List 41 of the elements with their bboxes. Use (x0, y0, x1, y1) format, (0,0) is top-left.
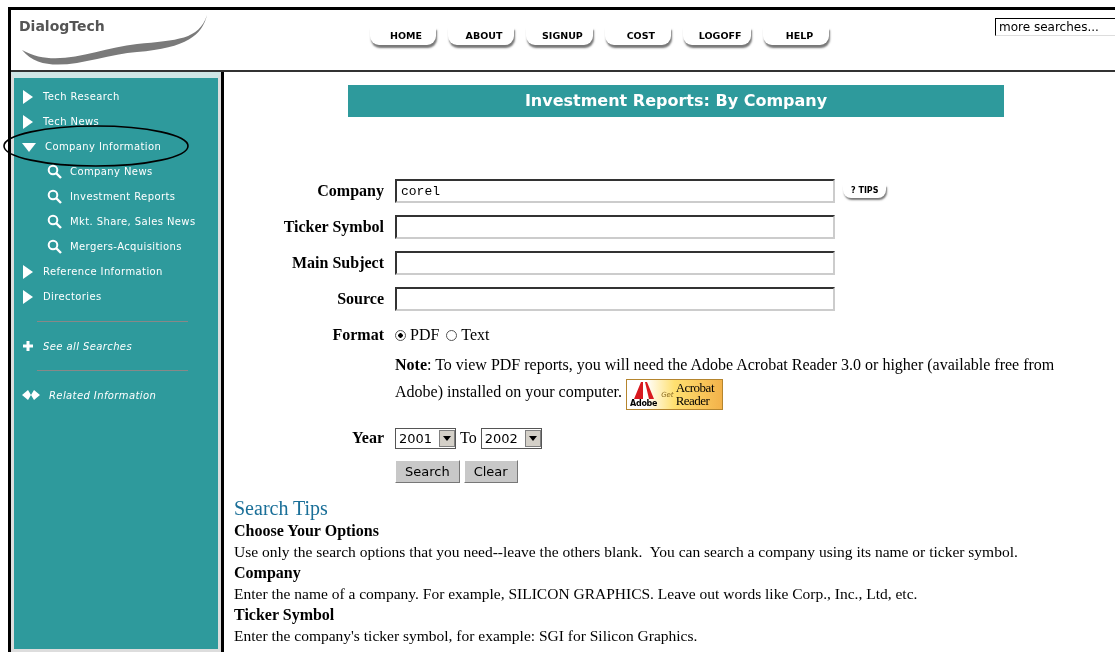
page-title: Investment Reports: By Company (348, 85, 1004, 117)
input-field[interactable] (395, 287, 835, 311)
search-icon (47, 164, 62, 179)
tip-text: Enter the company's ticker symbol, for example: SGI for Silicon Graphics. (234, 626, 699, 646)
tips-button[interactable]: ? TIPS (843, 184, 887, 198)
nav-button[interactable]: ABOUT (448, 27, 514, 45)
input-field[interactable]: corel (395, 179, 835, 203)
field-label: Company (316, 182, 385, 200)
nav-button[interactable]: HOME (370, 27, 436, 45)
field-label: Ticker Symbol (282, 218, 385, 236)
logo[interactable]: DialogTech (15, 10, 205, 70)
tip-text: Enter the name of a company. For example, SILICON GRAPHICS. Leave out words like Corp., Inc., Ltd, etc. (234, 584, 919, 604)
input-field[interactable] (395, 215, 835, 239)
to-label: To (460, 429, 477, 447)
more-searches-field[interactable]: more searches... (995, 18, 1115, 36)
nav-button[interactable]: COST (604, 27, 671, 45)
field-label: Format (331, 326, 385, 344)
tip-heading: Ticker Symbol (234, 605, 336, 625)
input-field[interactable] (395, 251, 835, 275)
year-dropdown[interactable]: 2002 (480, 427, 542, 449)
year-dropdown[interactable]: 2001 (395, 427, 456, 449)
form-button[interactable]: Clear (463, 459, 518, 483)
nav-button[interactable]: LOGOFF (682, 27, 752, 45)
field-label: Source (336, 290, 385, 308)
tip-heading: Company (234, 563, 302, 583)
field-label: Main Subject (291, 254, 385, 272)
search-icon (47, 239, 62, 254)
radio-option[interactable]: PDF (395, 326, 440, 344)
adobe-logo-icon (633, 382, 654, 399)
radio-option[interactable]: Text (446, 326, 490, 344)
double-arrow-icon (22, 390, 40, 400)
nav-button[interactable]: HELP (763, 27, 830, 45)
tip-text: Use only the search options that you need--leave the others blank. You can search a company using its name or ticker symbol. (234, 542, 1019, 562)
search-icon (47, 214, 62, 229)
tip-heading: Choose Your Options (234, 521, 380, 541)
nav-button[interactable]: SIGNUP (526, 27, 593, 45)
section-heading: Search Tips (234, 496, 329, 520)
plus-icon (22, 340, 34, 352)
search-icon (47, 189, 62, 204)
field-label: Year (351, 429, 385, 447)
form-button[interactable]: Search (395, 459, 460, 483)
